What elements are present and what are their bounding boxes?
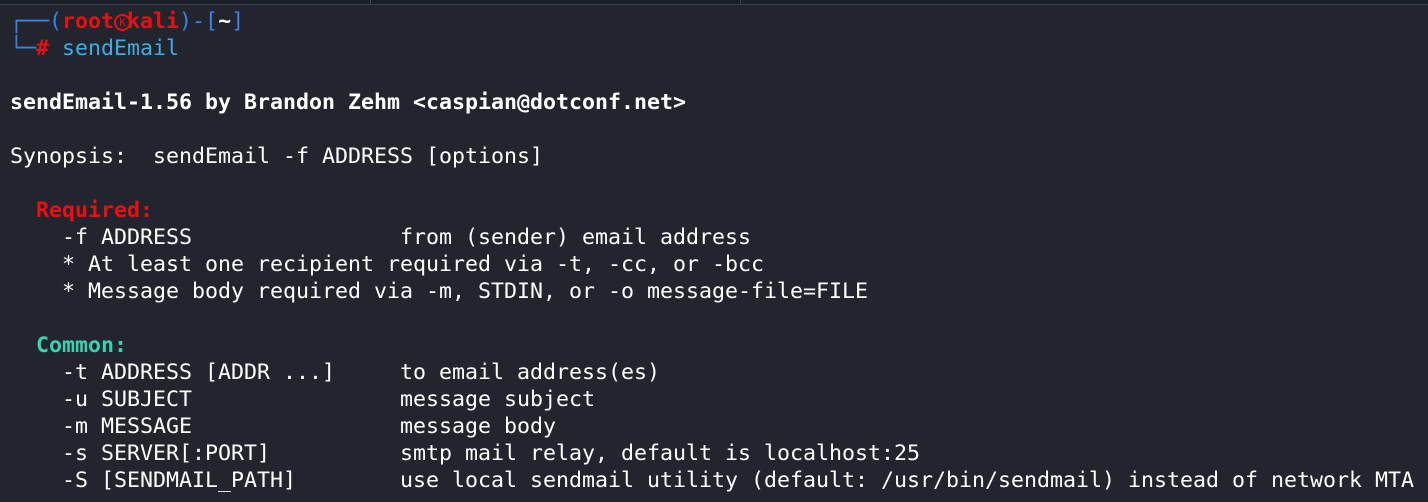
option-row: -m MESSAGE message body (10, 413, 1414, 440)
prompt-frame-end: ] (231, 9, 245, 34)
option-desc: use local sendmail utility (default: /us… (400, 468, 1415, 493)
prompt-host: kali (127, 9, 180, 34)
option-row: -t ADDRESS [ADDR ...] to email address(es… (10, 359, 1414, 386)
option-flag: -m MESSAGE (62, 414, 193, 439)
terminal-tab-1[interactable] (0, 0, 371, 4)
option-flag: -u SUBJECT (62, 387, 193, 412)
command-text: sendEmail (62, 36, 180, 61)
option-desc: smtp mail relay, default is localhost:25 (400, 441, 921, 466)
prompt-frame-mid: )-[ (179, 9, 219, 34)
common-heading-row: Common: (10, 332, 1414, 359)
banner: sendEmail-1.56 by Brandon Zehm <caspian@… (10, 90, 687, 115)
option-row: -f ADDRESS from (sender) email address (10, 224, 1414, 251)
option-flag: -f ADDRESS (62, 225, 193, 250)
note-text: * At least one recipient required via -t… (62, 252, 765, 277)
option-desc: message body (400, 414, 557, 439)
note-row: * At least one recipient required via -t… (10, 251, 1414, 278)
prompt-user: root (62, 9, 115, 34)
option-desc: message subject (400, 387, 596, 412)
prompt-symbol: # (36, 36, 50, 61)
prompt-line-2: └─# sendEmail (10, 35, 1414, 62)
option-flag: -s SERVER[:PORT] (62, 441, 271, 466)
option-flag: -S [SENDMAIL_PATH] (62, 468, 297, 493)
option-row: -s SERVER[:PORT] smtp mail relay, default… (10, 440, 1414, 467)
common-heading: Common: (36, 333, 128, 358)
note-row: * Message body required via -m, STDIN, o… (10, 278, 1414, 305)
terminal-output: ┌──(root Kkali)-[~] └─# sendEmail sendEma… (10, 8, 1414, 494)
prompt-frame-bottom: └─ (10, 36, 37, 61)
option-desc: to email address(es) (400, 360, 661, 385)
terminal-tab-2[interactable] (370, 0, 741, 4)
required-heading-row: Required: (10, 197, 1414, 224)
note-text: * Message body required via -m, STDIN, o… (62, 279, 869, 304)
option-flag: -t ADDRESS [ADDR ...] (62, 360, 336, 385)
option-row: -S [SENDMAIL_PATH] use local sendmail uti… (10, 467, 1414, 494)
prompt-cwd: ~ (218, 9, 232, 34)
prompt-frame: ┌──( (10, 9, 63, 34)
kali-dragon-icon: K (114, 8, 132, 35)
synopsis: Synopsis: sendEmail -f ADDRESS [options] (10, 144, 544, 169)
required-heading: Required: (36, 198, 154, 223)
prompt-line-1: ┌──(root Kkali)-[~] (10, 8, 1414, 35)
option-desc: from (sender) email address (400, 225, 752, 250)
terminal-tab-bar (0, 0, 1428, 5)
option-row: -u SUBJECT message subject (10, 386, 1414, 413)
